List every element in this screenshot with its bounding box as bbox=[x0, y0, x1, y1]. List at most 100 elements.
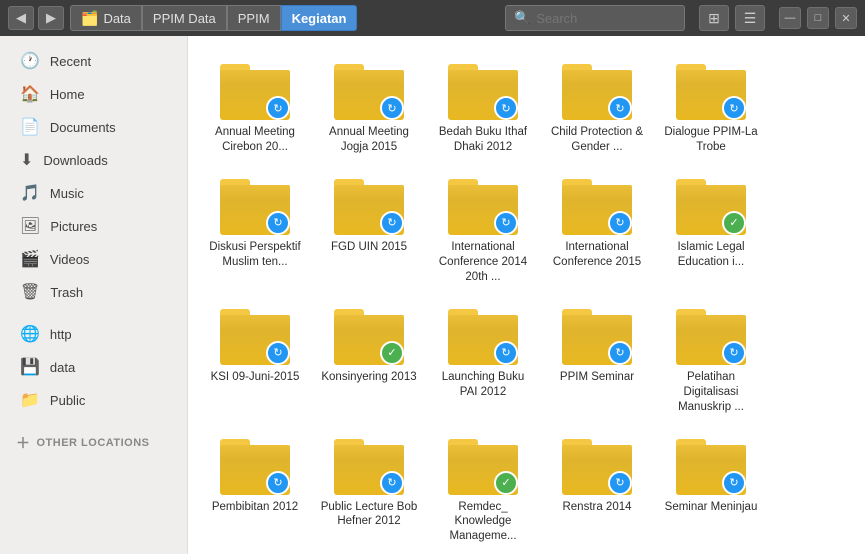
file-item-renstra[interactable]: ↻ Renstra 2014 bbox=[542, 427, 652, 553]
sidebar-item-home[interactable]: 🏠 Home bbox=[4, 78, 183, 110]
folder-icon: ↻ bbox=[448, 60, 518, 120]
sync-badge: ↻ bbox=[608, 96, 632, 120]
folder-icon: ↻ bbox=[220, 60, 290, 120]
file-item-diskusi-perspektif[interactable]: ↻ Diskusi Perspektif Muslim ten... bbox=[200, 167, 310, 293]
forward-button[interactable]: ▶ bbox=[38, 6, 64, 30]
file-item-islamic-legal[interactable]: ✓ Islamic Legal Education i... bbox=[656, 167, 766, 293]
pictures-icon: 🖼 bbox=[20, 216, 40, 236]
sidebar-item-trash[interactable]: 🗑 Trash bbox=[4, 276, 183, 308]
file-item-pembibitan[interactable]: ↻ Pembibitan 2012 bbox=[200, 427, 310, 553]
minimize-button[interactable]: — bbox=[779, 7, 801, 29]
sidebar-item-music-label: Music bbox=[50, 186, 84, 201]
sync-badge: ↻ bbox=[266, 211, 290, 235]
other-locations-section[interactable]: ＋ Other Locations bbox=[0, 425, 187, 457]
folder-icon: ↻ bbox=[562, 175, 632, 235]
toolbar-actions: ⊞ ☰ bbox=[699, 5, 765, 31]
sidebar-item-videos-label: Videos bbox=[50, 252, 90, 267]
sync-badge: ↻ bbox=[494, 341, 518, 365]
breadcrumb-ppim[interactable]: PPIM bbox=[227, 5, 281, 31]
file-item-intl-conf-2015[interactable]: ↻ International Conference 2015 bbox=[542, 167, 652, 293]
file-area: ↻ Annual Meeting Cirebon 20... ↻ Annual … bbox=[188, 36, 865, 554]
breadcrumb-data[interactable]: 🗂️ Data bbox=[70, 5, 142, 31]
file-item-bedah-buku[interactable]: ↻ Bedah Buku Ithaf Dhaki 2012 bbox=[428, 52, 538, 163]
videos-icon: 🎬 bbox=[20, 249, 40, 269]
sidebar-item-pictures[interactable]: 🖼 Pictures bbox=[4, 210, 183, 242]
file-label: PPIM Seminar bbox=[560, 370, 634, 385]
folder-icon: ↻ bbox=[562, 305, 632, 365]
breadcrumb-data-label: Data bbox=[103, 11, 130, 26]
sync-badge: ↻ bbox=[608, 211, 632, 235]
file-item-remdec[interactable]: ✓ Remdec_ Knowledge Manageme... bbox=[428, 427, 538, 553]
file-item-pelatihan[interactable]: ↻ Pelatihan Digitalisasi Manuskrip ... bbox=[656, 297, 766, 423]
main-area: 🕐 Recent 🏠 Home 📄 Documents ⬇ Downloads … bbox=[0, 36, 865, 554]
file-item-dialogue-ppim[interactable]: ↻ Dialogue PPIM-La Trobe bbox=[656, 52, 766, 163]
sync-badge: ↻ bbox=[266, 341, 290, 365]
sidebar-item-recent[interactable]: 🕐 Recent bbox=[4, 45, 183, 77]
music-icon: 🎵 bbox=[20, 183, 40, 203]
folder-icon: ↻ bbox=[220, 175, 290, 235]
file-label: Launching Buku PAI 2012 bbox=[433, 370, 533, 400]
check-badge: ✓ bbox=[380, 341, 404, 365]
sidebar-item-documents-label: Documents bbox=[50, 120, 116, 135]
data-icon: 💾 bbox=[20, 357, 40, 377]
maximize-button[interactable]: □ bbox=[807, 7, 829, 29]
file-label: Child Protection & Gender ... bbox=[547, 125, 647, 155]
file-label: FGD UIN 2015 bbox=[331, 240, 407, 255]
sidebar-item-http[interactable]: 🌐 http bbox=[4, 318, 183, 350]
folder-icon: ✓ bbox=[334, 305, 404, 365]
file-item-fgd-uin[interactable]: ↻ FGD UIN 2015 bbox=[314, 167, 424, 293]
sidebar-item-documents[interactable]: 📄 Documents bbox=[4, 111, 183, 143]
breadcrumb-kegiatan[interactable]: Kegiatan bbox=[281, 5, 358, 31]
public-icon: 📁 bbox=[20, 390, 40, 410]
file-label: Remdec_ Knowledge Manageme... bbox=[433, 500, 533, 545]
trash-icon: 🗑 bbox=[20, 282, 40, 302]
file-item-annual-cirebon[interactable]: ↻ Annual Meeting Cirebon 20... bbox=[200, 52, 310, 163]
folder-icon: ↻ bbox=[334, 60, 404, 120]
file-label: Public Lecture Bob Hefner 2012 bbox=[319, 500, 419, 530]
search-box[interactable]: 🔍 bbox=[505, 5, 685, 31]
sidebar-item-videos[interactable]: 🎬 Videos bbox=[4, 243, 183, 275]
sidebar-item-downloads-label: Downloads bbox=[43, 153, 107, 168]
sidebar-item-data[interactable]: 💾 data bbox=[4, 351, 183, 383]
file-label: Annual Meeting Cirebon 20... bbox=[205, 125, 305, 155]
file-label: International Conference 2015 bbox=[547, 240, 647, 270]
list-view-button[interactable]: ☰ bbox=[735, 5, 765, 31]
sync-badge: ↻ bbox=[608, 471, 632, 495]
sidebar-item-trash-label: Trash bbox=[50, 285, 83, 300]
home-icon: 🏠 bbox=[20, 84, 40, 104]
folder-icon: ↻ bbox=[334, 435, 404, 495]
file-item-public-lecture[interactable]: ↻ Public Lecture Bob Hefner 2012 bbox=[314, 427, 424, 553]
sync-badge: ↻ bbox=[608, 341, 632, 365]
sidebar: 🕐 Recent 🏠 Home 📄 Documents ⬇ Downloads … bbox=[0, 36, 188, 554]
folder-icon: ↻ bbox=[220, 435, 290, 495]
file-item-intl-conf-2014[interactable]: ↻ International Conference 2014 20th ... bbox=[428, 167, 538, 293]
folder-icon: ↻ bbox=[562, 60, 632, 120]
file-item-child-protection[interactable]: ↻ Child Protection & Gender ... bbox=[542, 52, 652, 163]
breadcrumb-ppim-data[interactable]: PPIM Data bbox=[142, 5, 227, 31]
file-label: Bedah Buku Ithaf Dhaki 2012 bbox=[433, 125, 533, 155]
check-badge: ✓ bbox=[722, 211, 746, 235]
file-item-ppim-seminar[interactable]: ↻ PPIM Seminar bbox=[542, 297, 652, 423]
folder-icon: ↻ bbox=[220, 305, 290, 365]
folder-icon: ✓ bbox=[448, 435, 518, 495]
back-button[interactable]: ◀ bbox=[8, 6, 34, 30]
file-item-konsinyering[interactable]: ✓ Konsinyering 2013 bbox=[314, 297, 424, 423]
recent-icon: 🕐 bbox=[20, 51, 40, 71]
file-label: Pelatihan Digitalisasi Manuskrip ... bbox=[661, 370, 761, 415]
sidebar-item-downloads[interactable]: ⬇ Downloads bbox=[4, 144, 183, 176]
file-item-ksi-juni[interactable]: ↻ KSI 09-Juni-2015 bbox=[200, 297, 310, 423]
sidebar-item-public[interactable]: 📁 Public bbox=[4, 384, 183, 416]
file-item-seminar-meninjau[interactable]: ↻ Seminar Meninjau bbox=[656, 427, 766, 553]
http-icon: 🌐 bbox=[20, 324, 40, 344]
close-button[interactable]: ✕ bbox=[835, 7, 857, 29]
file-item-annual-jogja[interactable]: ↻ Annual Meeting Jogja 2015 bbox=[314, 52, 424, 163]
file-label: Islamic Legal Education i... bbox=[661, 240, 761, 270]
sync-badge: ↻ bbox=[266, 96, 290, 120]
search-input[interactable] bbox=[536, 11, 676, 26]
file-label: Dialogue PPIM-La Trobe bbox=[661, 125, 761, 155]
folder-icon: ↻ bbox=[448, 305, 518, 365]
sync-badge: ↻ bbox=[494, 96, 518, 120]
grid-view-button[interactable]: ⊞ bbox=[699, 5, 729, 31]
file-item-launching-buku[interactable]: ↻ Launching Buku PAI 2012 bbox=[428, 297, 538, 423]
sidebar-item-music[interactable]: 🎵 Music bbox=[4, 177, 183, 209]
